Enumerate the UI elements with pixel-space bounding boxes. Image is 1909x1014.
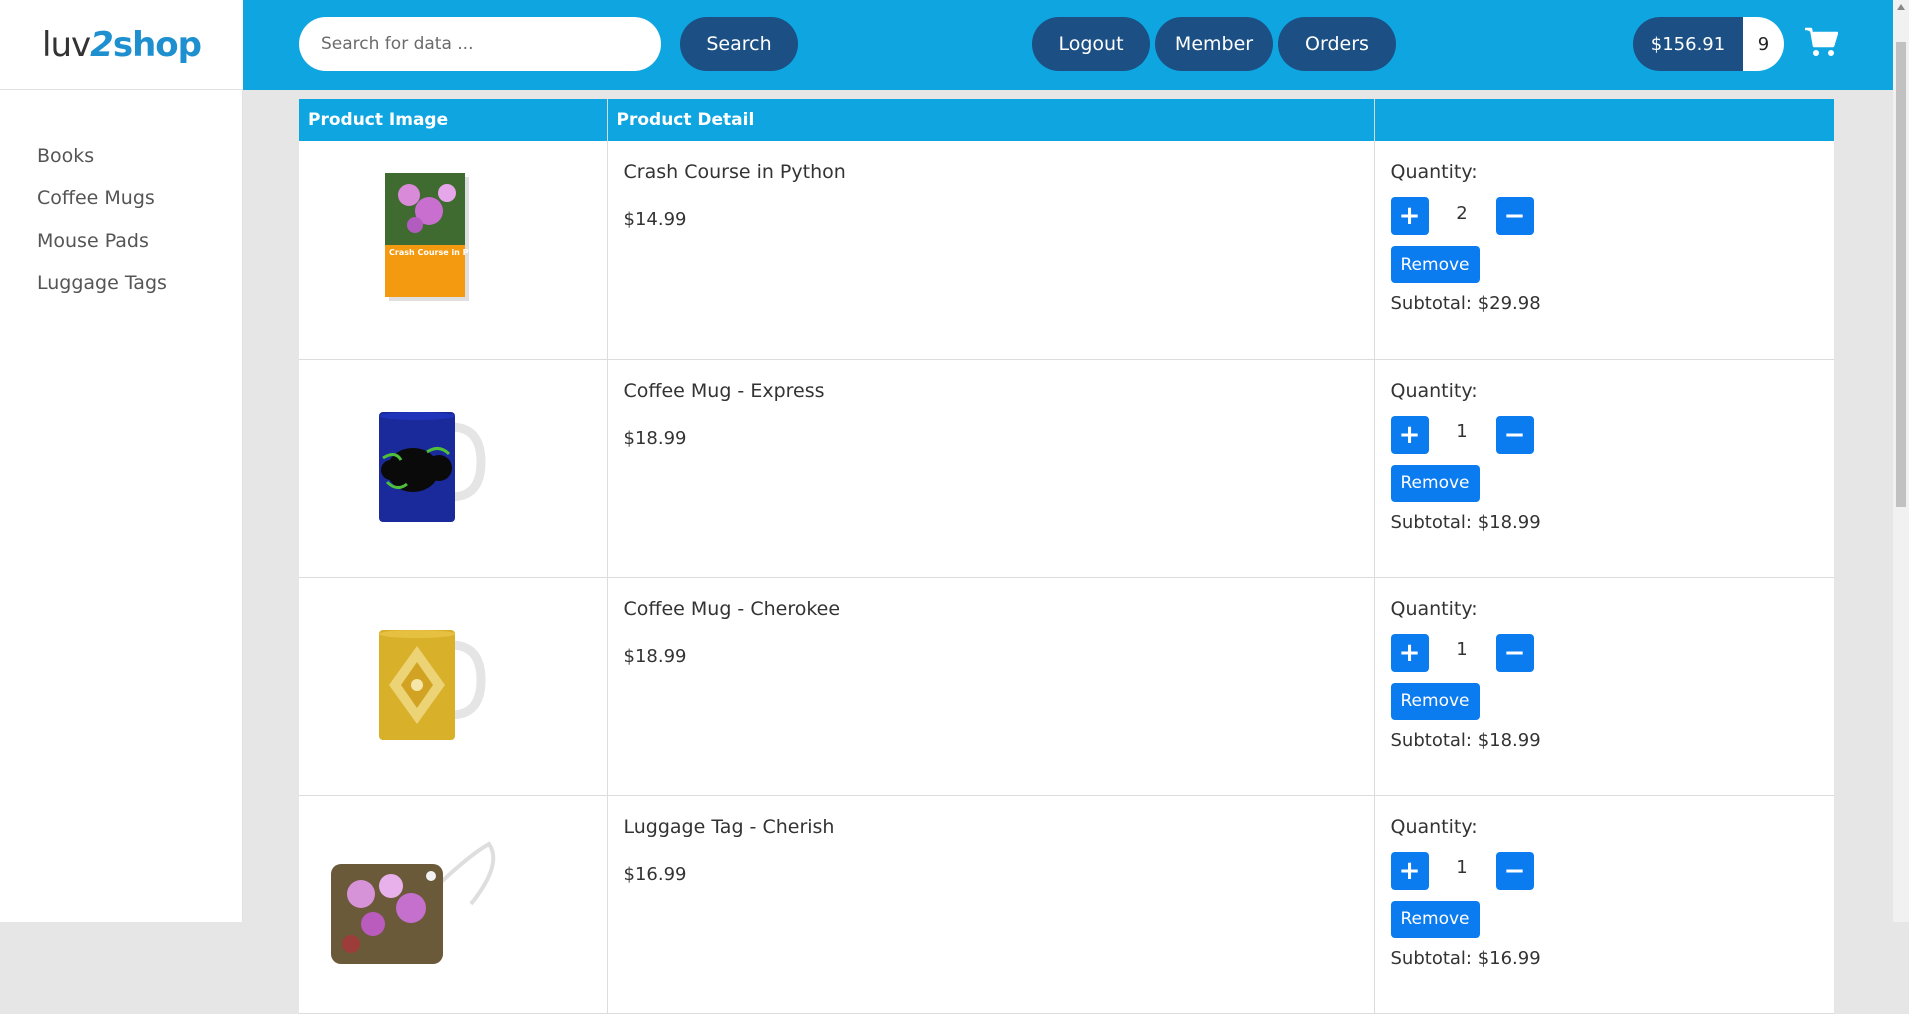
plus-icon: + [1398,201,1421,231]
product-image-cell [299,359,608,578]
product-price: $14.99 [623,209,687,230]
quantity-cell: Quantity: + 1 − Remove Subtotal: $18.99 [1374,577,1835,796]
increment-button[interactable]: + [1390,851,1429,890]
table-row: Coffee Mug - Cherokee $18.99 Quantity: +… [299,577,1835,796]
remove-button[interactable]: Remove [1390,464,1480,502]
increment-button[interactable]: + [1390,415,1429,454]
product-detail-cell: Luggage Tag - Cherish $16.99 [607,795,1375,1014]
column-header-actions [1374,99,1834,141]
subtotal: Subtotal: $16.99 [1390,947,1541,969]
decrement-button[interactable]: − [1495,633,1534,672]
brand-part-3: shop [112,24,202,65]
quantity-label: Quantity: [1390,379,1478,402]
product-image-cell [299,795,608,1014]
quantity-stepper: + 1 − [1390,633,1835,672]
product-detail-cell: Coffee Mug - Express $18.99 [607,359,1375,578]
product-price: $16.99 [623,863,687,885]
decrement-button[interactable]: − [1495,197,1534,235]
vertical-scrollbar[interactable] [1893,0,1909,922]
quantity-value: 1 [1456,857,1468,878]
sidebar-item-luggage-tags[interactable]: Luggage Tags [37,272,167,294]
quantity-stepper: + 1 − [1390,851,1835,890]
shopping-cart-icon[interactable] [1804,26,1838,58]
subtotal: Subtotal: $18.99 [1390,511,1541,533]
minus-icon: − [1503,419,1526,450]
product-price: $18.99 [623,427,687,449]
cart-total[interactable]: $156.91 [1633,17,1743,71]
product-image-cell: Crash Course in Python [299,141,608,360]
brand-part-2: 2 [90,24,114,65]
member-button[interactable]: Member [1155,17,1273,71]
subtotal: Subtotal: $18.99 [1390,729,1541,751]
cart-count-badge[interactable]: 9 [1743,17,1784,71]
plus-icon: + [1398,637,1421,668]
product-name: Coffee Mug - Express [623,379,825,402]
product-name: Crash Course in Python [623,161,846,183]
quantity-value: 1 [1456,639,1468,660]
minus-icon: − [1503,855,1526,886]
remove-button[interactable]: Remove [1390,900,1480,938]
quantity-label: Quantity: [1390,597,1478,620]
scrollbar-thumb[interactable] [1896,42,1906,507]
table-row: Crash Course in Python Crash Course in P… [299,141,1835,360]
subtotal: Subtotal: $29.98 [1390,293,1541,314]
increment-button[interactable]: + [1390,197,1429,235]
book-cover-title: Crash Course in Python [389,248,491,257]
product-name: Luggage Tag - Cherish [623,815,835,838]
quantity-stepper: + 1 − [1390,415,1835,454]
product-image-book: Crash Course in Python [385,173,491,301]
quantity-value: 1 [1456,421,1468,442]
top-header: Search Logout Member Orders $156.91 9 [243,0,1909,90]
quantity-value: 2 [1456,202,1468,224]
logo[interactable]: luv2shop [0,0,243,90]
sidebar-item-books[interactable]: Books [37,145,94,167]
quantity-label: Quantity: [1390,815,1478,838]
sidebar: Books Coffee Mugs Mouse Pads Luggage Tag… [0,90,243,922]
sidebar-item-coffee-mugs[interactable]: Coffee Mugs [37,187,155,209]
logout-button[interactable]: Logout [1032,17,1150,71]
column-header-product-image: Product Image [299,99,608,141]
column-header-product-detail: Product Detail [607,99,1375,141]
product-image-luggage-tag [331,840,496,964]
remove-button[interactable]: Remove [1390,682,1480,720]
table-row: Luggage Tag - Cherish $16.99 Quantity: +… [299,795,1835,1014]
product-image-mug-express [379,411,486,522]
minus-icon: − [1503,201,1526,231]
product-image-mug-cherokee [379,629,486,740]
product-image-cell [299,577,608,796]
plus-icon: + [1398,855,1421,886]
product-price: $18.99 [623,645,687,667]
decrement-button[interactable]: − [1495,415,1534,454]
decrement-button[interactable]: − [1495,851,1534,890]
brand-logo: luv2shop [42,24,202,65]
table-row: Coffee Mug - Express $18.99 Quantity: + … [299,359,1835,578]
brand-part-1: luv [42,24,91,65]
product-name: Coffee Mug - Cherokee [623,597,841,620]
product-detail-cell: Crash Course in Python $14.99 [607,141,1375,360]
quantity-label: Quantity: [1390,161,1478,183]
minus-icon: − [1503,637,1526,668]
quantity-cell: Quantity: + 1 − Remove Subtotal: $16.99 [1374,795,1835,1014]
product-detail-cell: Coffee Mug - Cherokee $18.99 [607,577,1375,796]
quantity-stepper: + 2 − [1390,197,1835,235]
quantity-cell: Quantity: + 2 − Remove Subtotal: $29.98 [1374,141,1835,360]
increment-button[interactable]: + [1390,633,1429,672]
table-header-row: Product Image Product Detail [299,99,1834,141]
search-button[interactable]: Search [680,17,798,71]
remove-button[interactable]: Remove [1390,246,1480,283]
main-content: Product Image Product Detail Crash Cours… [243,90,1893,1014]
cart-table: Product Image Product Detail Crash Cours… [299,99,1834,1014]
orders-button[interactable]: Orders [1278,17,1396,71]
plus-icon: + [1398,419,1421,450]
search-input[interactable] [299,17,661,71]
sidebar-item-mouse-pads[interactable]: Mouse Pads [37,230,149,252]
quantity-cell: Quantity: + 1 − Remove Subtotal: $18.99 [1374,359,1835,578]
scroll-up-arrow-icon[interactable] [1897,4,1905,10]
